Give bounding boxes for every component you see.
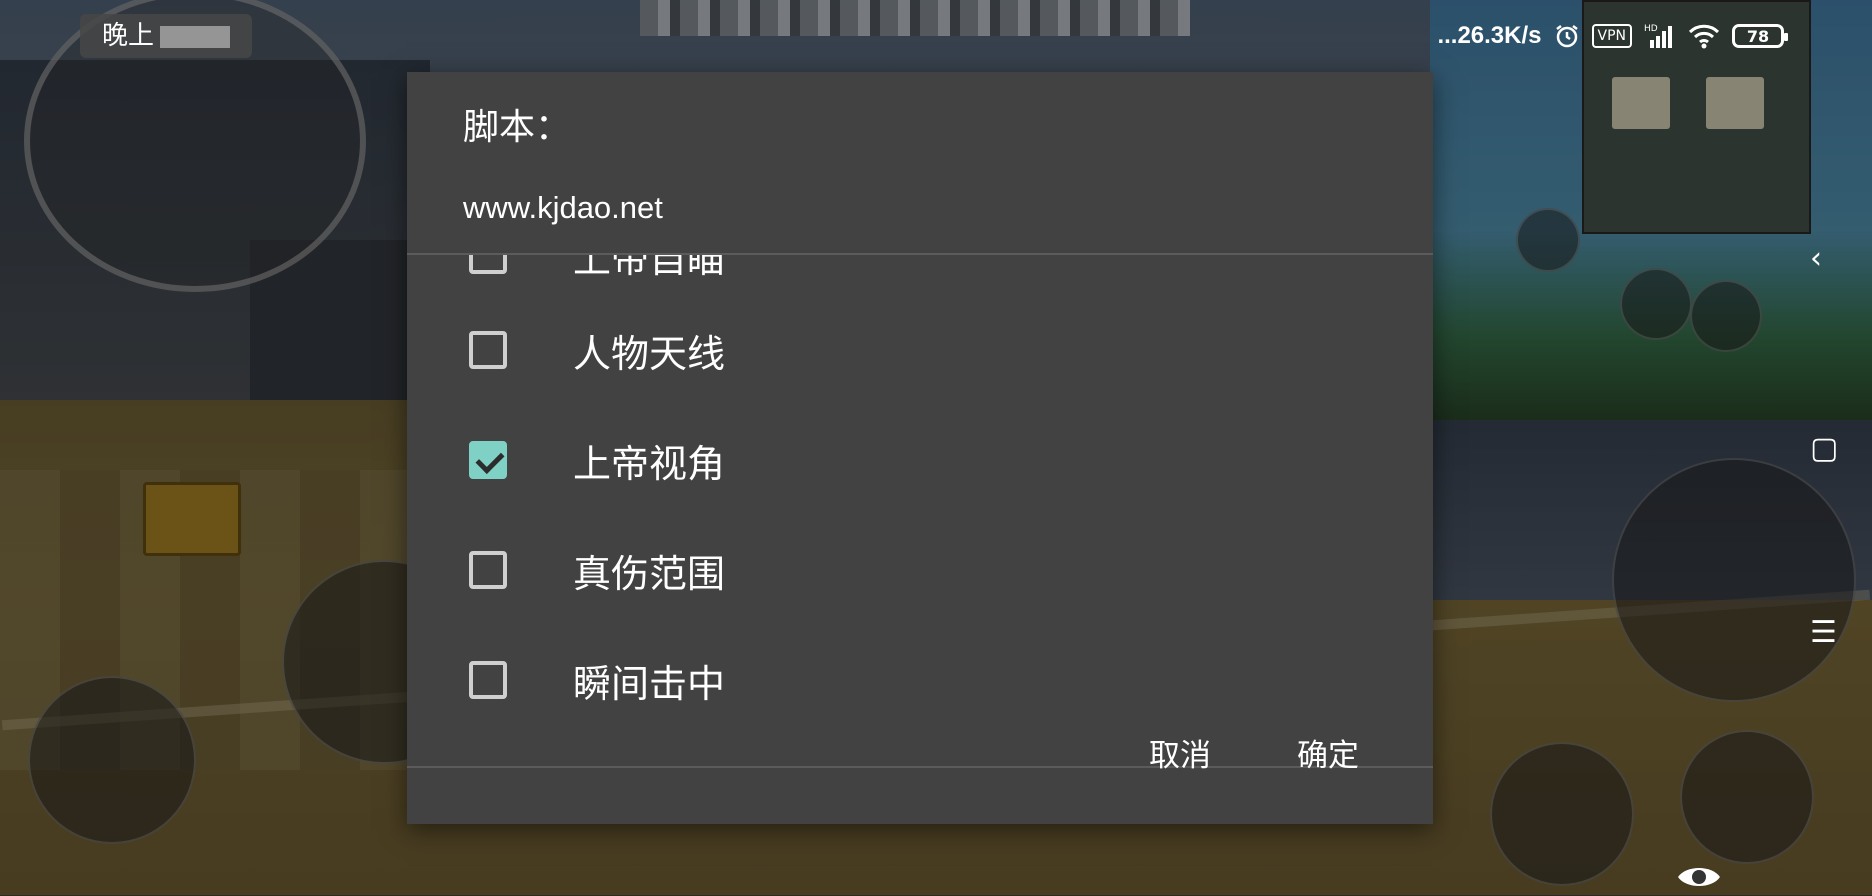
list-item[interactable]: 真伤范围 [407,515,1433,625]
checkbox[interactable] [469,661,507,699]
menu-icon[interactable]: ☰ [1810,618,1837,648]
status-time-label: 晚上 [102,21,155,51]
dialog-title: 脚本： [463,107,572,148]
signal-icon: HD [1644,22,1676,50]
dialog-subtitle: www.kjdao.net [463,190,663,225]
status-time: 晚上 [80,14,253,58]
vpn-icon: VPN [1591,24,1632,48]
system-nav: ‹ ▢ ☰ [1800,230,1850,670]
list-item[interactable]: 上帝视角 [407,405,1433,515]
wifi-icon [1688,23,1720,49]
checkbox[interactable] [469,255,507,274]
alarm-icon [1554,23,1580,49]
back-icon[interactable]: ‹ [1810,244,1822,274]
checkbox-checked[interactable] [469,441,507,479]
list-item[interactable]: 人物天线 [407,295,1433,405]
svg-text:HD: HD [1644,24,1658,34]
script-dialog: 脚本： www.kjdao.net 上帝自瞄 人物天线 上帝视角 真伤范围 瞬间… [407,72,1433,824]
option-label: 上帝自瞄 [573,255,726,281]
checkbox[interactable] [469,551,507,589]
home-square-icon[interactable]: ▢ [1810,434,1838,464]
redacted-area [160,25,231,48]
option-list[interactable]: 上帝自瞄 人物天线 上帝视角 真伤范围 瞬间击中 [407,255,1433,767]
confirm-button[interactable]: 确定 [1281,712,1375,793]
cancel-button[interactable]: 取消 [1133,712,1227,793]
eye-icon[interactable] [1676,862,1722,896]
battery-icon: 78 [1732,24,1788,48]
option-label: 上帝视角 [573,441,726,486]
redacted-title [640,0,1190,36]
status-bar: 晚上 ...26.3K/s VPN HD 78 [0,0,1872,72]
option-label: 真伤范围 [573,551,726,596]
battery-level: 78 [1746,26,1770,46]
net-speed: ...26.3K/s [1437,22,1542,49]
status-right: ...26.3K/s VPN HD 78 [1437,16,1788,56]
checkbox[interactable] [469,331,507,369]
option-label: 人物天线 [573,331,726,376]
dialog-actions: 取消 确定 [407,696,1433,824]
